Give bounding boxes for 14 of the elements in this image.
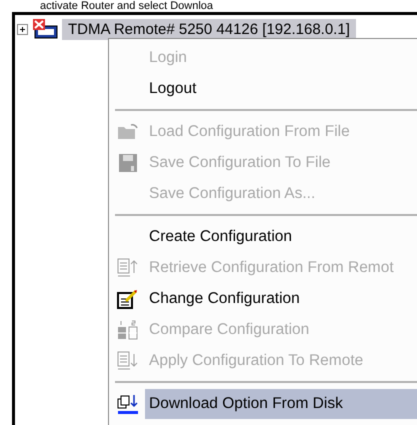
- plus-icon[interactable]: [17, 24, 28, 34]
- pencil-form-icon: [117, 288, 139, 308]
- compare-icon: [117, 320, 139, 340]
- menu-item[interactable]: Download Option From Disk: [145, 388, 417, 418]
- copy-down-arrow-icon: [117, 392, 139, 414]
- tree-node-label[interactable]: TDMA Remote# 5250 44126 [192.168.0.1]: [62, 18, 356, 40]
- list-up-arrow-icon: [117, 258, 139, 278]
- menu-item[interactable]: Logout: [145, 74, 417, 104]
- folder-icon: [117, 122, 139, 140]
- menu-item[interactable]: Create Configuration: [145, 222, 417, 252]
- list-down-arrow-icon: [117, 350, 139, 370]
- menu-item[interactable]: Change Configuration: [145, 284, 417, 314]
- caption-text: activate Router and select Downloa: [39, 0, 214, 12]
- disconnected-device-icon: [32, 18, 58, 40]
